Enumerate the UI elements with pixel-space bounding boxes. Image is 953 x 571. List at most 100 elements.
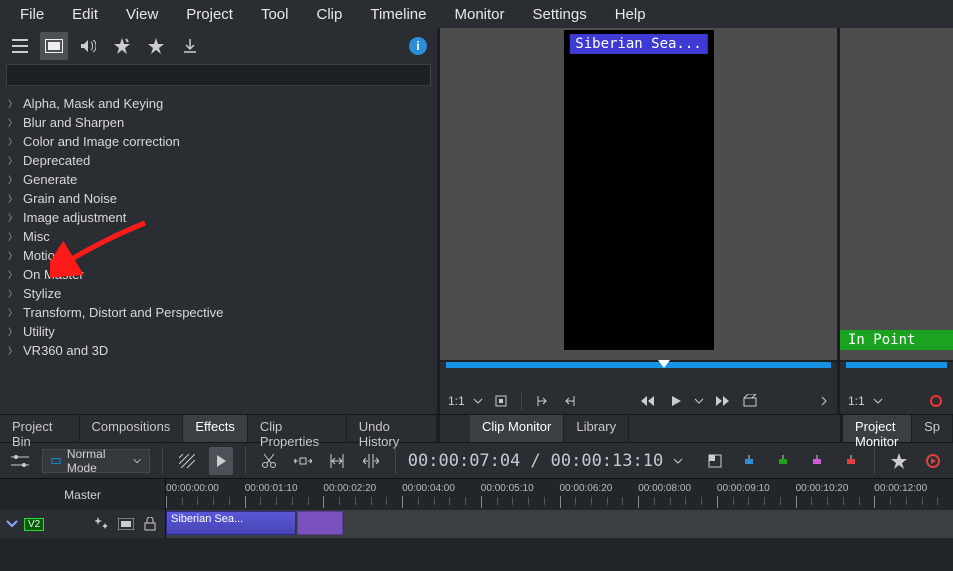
effects-cat-alpha[interactable]: 〉Alpha, Mask and Keying bbox=[8, 94, 429, 113]
effects-cat-onmaster[interactable]: 〉On Master bbox=[8, 265, 429, 284]
set-out-icon[interactable] bbox=[560, 391, 580, 411]
menu-monitor[interactable]: Monitor bbox=[444, 4, 514, 25]
menu-help[interactable]: Help bbox=[605, 4, 656, 25]
menu-edit[interactable]: Edit bbox=[62, 4, 108, 25]
forward-icon[interactable] bbox=[712, 391, 732, 411]
effects-sequence-icon[interactable] bbox=[6, 32, 34, 60]
effects-cat-blur[interactable]: 〉Blur and Sharpen bbox=[8, 113, 429, 132]
effects-download-icon[interactable] bbox=[176, 32, 204, 60]
set-in-icon[interactable] bbox=[532, 391, 552, 411]
menu-tool[interactable]: Tool bbox=[251, 4, 299, 25]
effects-cat-stylize[interactable]: 〉Stylize bbox=[8, 284, 429, 303]
rewind-icon[interactable] bbox=[638, 391, 658, 411]
clip-zone-bar[interactable] bbox=[446, 362, 831, 368]
tag-blue-icon[interactable] bbox=[737, 447, 761, 475]
tab-library[interactable]: Library bbox=[564, 415, 629, 442]
effects-cat-motion[interactable]: 〉Motion bbox=[8, 246, 429, 265]
tag-pink-icon[interactable] bbox=[805, 447, 829, 475]
tab-project-monitor[interactable]: Project Monitor bbox=[843, 415, 912, 442]
track-effects-icon[interactable] bbox=[93, 515, 111, 533]
tab-undo-history[interactable]: Undo History bbox=[347, 415, 437, 442]
playhead-caret-icon[interactable] bbox=[658, 360, 670, 368]
track-visibility-icon[interactable] bbox=[117, 515, 135, 533]
chevron-down-icon[interactable] bbox=[6, 519, 18, 529]
menubar: File Edit View Project Tool Clip Timelin… bbox=[0, 0, 953, 28]
chevron-down-icon[interactable] bbox=[473, 396, 483, 406]
chevron-right-icon[interactable] bbox=[819, 396, 829, 406]
tab-speed[interactable]: Sp bbox=[912, 415, 953, 442]
switch-fullscreen-icon[interactable] bbox=[491, 391, 511, 411]
effects-toolbar: i bbox=[0, 28, 437, 64]
effects-favorite-icon[interactable] bbox=[142, 32, 170, 60]
effects-search-input[interactable] bbox=[6, 64, 431, 86]
tool-spacer-icon[interactable] bbox=[291, 447, 315, 475]
edit-mode-select[interactable]: Normal Mode bbox=[42, 449, 150, 473]
menu-project[interactable]: Project bbox=[176, 4, 243, 25]
mix-audio-icon[interactable] bbox=[703, 447, 727, 475]
effects-cat-generate[interactable]: 〉Generate bbox=[8, 170, 429, 189]
effects-cat-deprecated[interactable]: 〉Deprecated bbox=[8, 151, 429, 170]
timeline-clip-audio[interactable] bbox=[297, 511, 343, 535]
ruler-minor-tick bbox=[355, 497, 356, 505]
project-scrubber[interactable] bbox=[840, 360, 953, 388]
menu-view[interactable]: View bbox=[116, 4, 168, 25]
menu-timeline[interactable]: Timeline bbox=[360, 4, 436, 25]
effects-cat-label: Image adjustment bbox=[23, 210, 126, 225]
menu-settings[interactable]: Settings bbox=[523, 4, 597, 25]
effects-gputag-icon[interactable] bbox=[108, 32, 136, 60]
master-track-header[interactable]: Master bbox=[0, 479, 166, 510]
play-icon[interactable] bbox=[666, 391, 686, 411]
chevron-down-icon[interactable] bbox=[694, 396, 704, 406]
effects-cat-vr360[interactable]: 〉VR360 and 3D bbox=[8, 341, 429, 360]
effects-cat-imgadj[interactable]: 〉Image adjustment bbox=[8, 208, 429, 227]
ruler-tick: 00:00:00:00 bbox=[166, 483, 219, 494]
track-body[interactable]: Siberian Sea... bbox=[166, 510, 953, 538]
effects-main-icon[interactable] bbox=[40, 32, 68, 60]
effects-audio-icon[interactable] bbox=[74, 32, 102, 60]
ruler-tick: 00:00:01:10 bbox=[245, 483, 298, 494]
project-zone-bar[interactable] bbox=[846, 362, 947, 368]
ruler-minor-tick bbox=[827, 497, 828, 505]
tab-compositions[interactable]: Compositions bbox=[80, 415, 184, 442]
menu-clip[interactable]: Clip bbox=[307, 4, 353, 25]
clip-monitor-view[interactable]: Siberian Sea... bbox=[440, 28, 837, 360]
tool-select-icon[interactable] bbox=[209, 447, 233, 475]
tag-green-icon[interactable] bbox=[771, 447, 795, 475]
separator bbox=[245, 447, 246, 474]
track-settings-icon[interactable] bbox=[8, 447, 32, 475]
effects-cat-transform[interactable]: 〉Transform, Distort and Perspective bbox=[8, 303, 429, 322]
effects-cat-grain[interactable]: 〉Grain and Noise bbox=[8, 189, 429, 208]
track-v2-chip[interactable]: V2 bbox=[24, 518, 44, 531]
timeline-clip[interactable]: Siberian Sea... bbox=[166, 511, 296, 535]
track-v2-header[interactable]: V2 bbox=[0, 510, 166, 538]
chevron-down-icon bbox=[133, 456, 141, 466]
tool-razor-icon[interactable] bbox=[258, 447, 282, 475]
timeline-ruler[interactable]: 00:00:00:0000:00:01:1000:00:02:2000:00:0… bbox=[166, 479, 953, 510]
effects-cat-color[interactable]: 〉Color and Image correction bbox=[8, 132, 429, 151]
zoom-label[interactable]: 1:1 bbox=[848, 394, 865, 408]
menu-file[interactable]: File bbox=[10, 4, 54, 25]
clip-scrubber[interactable] bbox=[440, 360, 837, 388]
zoom-label[interactable]: 1:1 bbox=[448, 394, 465, 408]
tag-red-icon[interactable] bbox=[839, 447, 863, 475]
tool-ripple-out-icon[interactable] bbox=[359, 447, 383, 475]
track-lock-icon[interactable] bbox=[141, 515, 159, 533]
favorite-icon[interactable] bbox=[887, 447, 911, 475]
tool-compositing-icon[interactable] bbox=[175, 447, 199, 475]
chevron-right-icon: 〉 bbox=[8, 192, 17, 205]
tab-effects[interactable]: Effects bbox=[183, 415, 248, 442]
effects-cat-misc[interactable]: 〉Misc bbox=[8, 227, 429, 246]
timeline-ruler-row: Master 00:00:00:0000:00:01:1000:00:02:20… bbox=[0, 478, 953, 510]
timecode-position[interactable]: 00:00:07:04 bbox=[408, 451, 521, 471]
edit-mode-icon[interactable] bbox=[740, 391, 760, 411]
tool-ripple-in-icon[interactable] bbox=[325, 447, 349, 475]
chevron-down-icon[interactable] bbox=[873, 396, 883, 406]
chevron-down-icon[interactable] bbox=[673, 456, 683, 466]
record-icon[interactable] bbox=[927, 392, 945, 410]
tab-clip-properties[interactable]: Clip Properties bbox=[248, 415, 347, 442]
render-icon[interactable] bbox=[921, 447, 945, 475]
tab-clip-monitor[interactable]: Clip Monitor bbox=[470, 415, 564, 442]
tab-project-bin[interactable]: Project Bin bbox=[0, 415, 80, 442]
info-icon[interactable]: i bbox=[409, 37, 427, 55]
effects-cat-utility[interactable]: 〉Utility bbox=[8, 322, 429, 341]
